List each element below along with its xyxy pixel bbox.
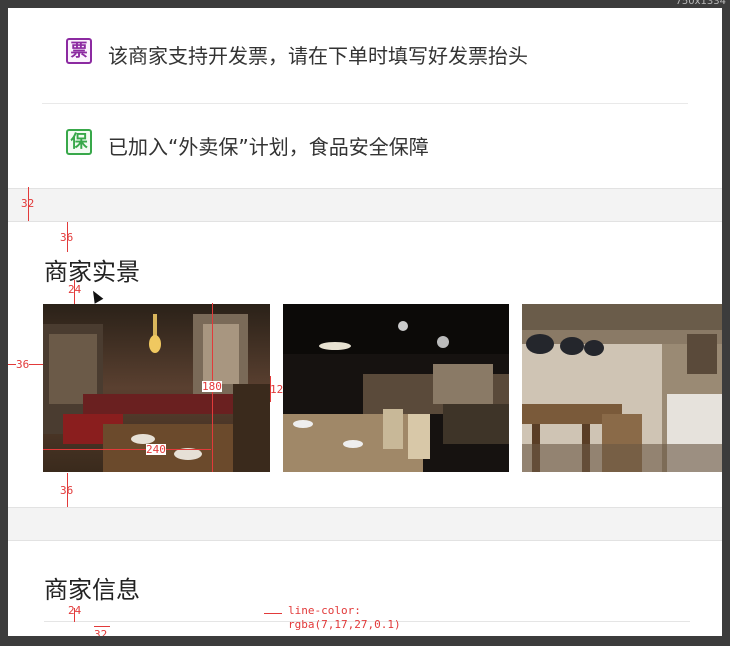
page-canvas[interactable]: 票 该商家支持开发票，请在下单时填写好发票抬头 保 已加入“外卖保”计划，食品安…: [8, 8, 722, 636]
photo-3-image: [522, 304, 722, 472]
photo-2-image: [283, 304, 509, 472]
annotation-photo-gap: 12: [270, 383, 284, 396]
annotation-info-left-line: [94, 626, 110, 627]
feature-row-safety: 保 已加入“外卖保”计划，食品安全保障: [8, 105, 722, 179]
annotation-width-line: [43, 449, 211, 450]
section-title-info: 商家信息: [44, 576, 140, 604]
safety-badge-icon: 保: [66, 129, 92, 155]
feature-row-invoice: 票 该商家支持开发票，请在下单时填写好发票抬头: [8, 14, 722, 104]
section-gap: [8, 507, 722, 541]
annotation-title-bottom: 24: [68, 283, 82, 296]
annotation-info-bottom: 24: [68, 604, 82, 617]
annotation-photo-bottom: 36: [60, 484, 74, 497]
annotation-photo-height: 180: [202, 380, 222, 393]
window-corner-text: 750x1334: [675, 0, 726, 7]
scene-photo-3[interactable]: [522, 304, 722, 472]
invoice-badge-icon: 票: [66, 38, 92, 64]
row-divider: [42, 103, 688, 104]
section-title-scene: 商家实景: [44, 258, 140, 286]
section-gap: [8, 188, 722, 222]
annotation-gap-height: 32: [21, 197, 35, 210]
scene-photo-2[interactable]: [283, 304, 509, 472]
annotation-line-color-value: rgba(7,17,27,0.1): [288, 618, 401, 631]
annotation-line-color-label: line-color:: [288, 604, 361, 617]
annotation-photo-left: 36: [16, 358, 30, 371]
mouse-cursor-icon: [88, 288, 104, 304]
annotation-info-left: 32: [94, 628, 108, 636]
annotation-title-top: 36: [60, 231, 74, 244]
safety-feature-text: 已加入“外卖保”计划，食品安全保障: [108, 135, 429, 159]
invoice-feature-text: 该商家支持开发票，请在下单时填写好发票抬头: [108, 44, 528, 68]
annotation-photo-width: 240: [146, 443, 166, 456]
annotation-pointer-line: [264, 613, 282, 614]
